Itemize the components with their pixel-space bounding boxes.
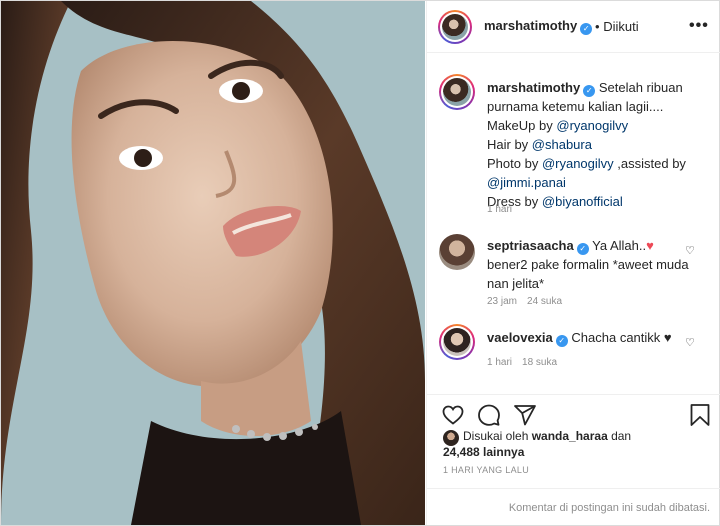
post-date[interactable]: 1 HARI YANG LALU bbox=[443, 465, 529, 475]
follow-status[interactable]: • Diikuti bbox=[595, 19, 639, 34]
likes-prefix: Disukai oleh bbox=[463, 429, 532, 443]
comment-meta: 23 jam 24 suka bbox=[487, 296, 572, 307]
post-header: marshatimothy ✓ • Diikuti ••• bbox=[427, 1, 720, 53]
header-avatar[interactable] bbox=[438, 10, 472, 44]
comment-avatar[interactable] bbox=[439, 234, 475, 270]
verified-icon: ✓ bbox=[555, 335, 568, 347]
comment-text: septriasaacha ✓ Ya Allah..♥ bener2 pake f… bbox=[487, 236, 709, 293]
likes-count[interactable]: 24,488 lainnya bbox=[443, 445, 524, 459]
separator-dot: • bbox=[595, 19, 600, 34]
caption-photo-prefix: Photo by bbox=[487, 156, 542, 171]
comments-list: marshatimothy ✓ Setelah ribuan purnama ke… bbox=[427, 54, 720, 394]
bookmark-icon[interactable] bbox=[689, 403, 711, 427]
comment-like-icon[interactable]: ♡ bbox=[685, 336, 695, 349]
likes-summary: Disukai oleh wanda_haraa dan 24,488 lain… bbox=[443, 428, 713, 460]
comment-body: Ya Allah.. bbox=[592, 238, 647, 253]
comment-icon[interactable] bbox=[477, 403, 501, 427]
caption-hair-prefix: Hair by bbox=[487, 137, 532, 152]
comment-meta: 1 hari 18 suka bbox=[487, 357, 567, 368]
caption-makeup-prefix: MakeUp by bbox=[487, 118, 557, 133]
red-heart-icon: ♥ bbox=[646, 238, 654, 253]
post-actions: Disukai oleh wanda_haraa dan 24,488 lain… bbox=[427, 394, 720, 525]
comment-likes[interactable]: 24 suka bbox=[527, 296, 562, 307]
caption-photo-suffix: ,assisted by bbox=[613, 156, 686, 171]
likes-mid: dan bbox=[607, 429, 632, 443]
caption-username[interactable]: marshatimothy bbox=[487, 80, 580, 95]
caption-avatar[interactable] bbox=[439, 74, 475, 110]
comment-username[interactable]: septriasaacha bbox=[487, 238, 574, 253]
mention-link[interactable]: @jimmi.panai bbox=[487, 175, 566, 190]
post-details-panel: marshatimothy ✓ • Diikuti ••• marshatimot… bbox=[426, 1, 720, 525]
verified-icon: ✓ bbox=[580, 23, 593, 35]
header-user: marshatimothy ✓ bbox=[484, 18, 593, 35]
caption-meta: 1 hari bbox=[487, 204, 522, 215]
heart-icon[interactable] bbox=[441, 403, 465, 427]
comment-avatar[interactable] bbox=[439, 324, 475, 360]
more-icon[interactable]: ••• bbox=[689, 17, 709, 35]
portrait-image bbox=[1, 1, 425, 525]
mention-link[interactable]: @ryanogilvy bbox=[542, 156, 614, 171]
comment-body: Chacha cantikk ♥ bbox=[571, 330, 672, 345]
comment-time[interactable]: 1 hari bbox=[487, 357, 512, 368]
comment-username[interactable]: vaelovexia bbox=[487, 330, 553, 345]
caption-time[interactable]: 1 hari bbox=[487, 204, 512, 215]
comments-disabled-notice: Komentar di postingan ini sudah dibatasi… bbox=[427, 488, 720, 526]
share-icon[interactable] bbox=[513, 403, 537, 427]
mention-link[interactable]: @shabura bbox=[532, 137, 592, 152]
verified-icon: ✓ bbox=[583, 85, 596, 97]
comment-text: vaelovexia ✓ Chacha cantikk ♥ bbox=[487, 328, 709, 347]
post-photo[interactable] bbox=[1, 1, 425, 525]
mention-link[interactable]: @ryanogilvy bbox=[556, 118, 628, 133]
mention-link[interactable]: @biyanofficial bbox=[542, 194, 623, 209]
comment-body-cont: bener2 pake formalin *aweet muda nan jel… bbox=[487, 257, 689, 291]
follow-status-label[interactable]: Diikuti bbox=[603, 19, 638, 34]
comment-likes[interactable]: 18 suka bbox=[522, 357, 557, 368]
verified-icon: ✓ bbox=[576, 243, 589, 255]
caption-text: marshatimothy ✓ Setelah ribuan purnama ke… bbox=[487, 78, 709, 211]
header-username[interactable]: marshatimothy bbox=[484, 18, 577, 33]
comment-time[interactable]: 23 jam bbox=[487, 296, 517, 307]
comment-like-icon[interactable]: ♡ bbox=[685, 244, 695, 257]
liker-username[interactable]: wanda_haraa bbox=[532, 429, 608, 443]
